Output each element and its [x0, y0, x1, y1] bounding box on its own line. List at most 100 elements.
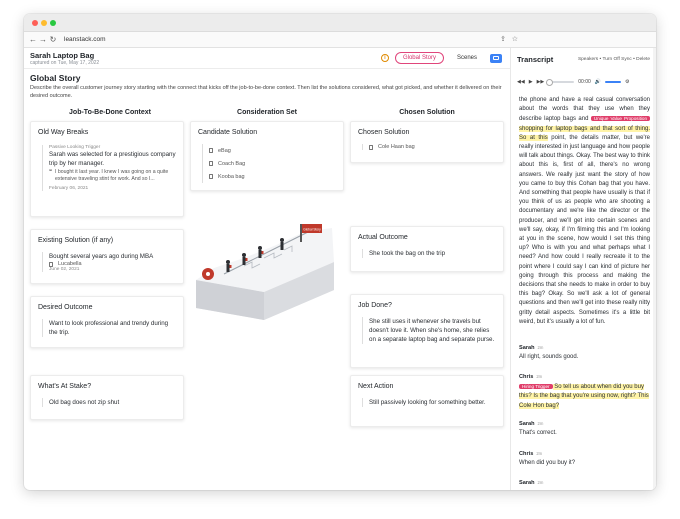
- settings-gear-icon[interactable]: ⚙: [625, 79, 629, 85]
- card-title: Candidate Solution: [198, 129, 258, 136]
- toggle-transcript-button[interactable]: [490, 53, 502, 63]
- entry-text: Want to look professional and trendy dur…: [49, 320, 169, 336]
- flag-pole: [300, 224, 302, 242]
- candidate-name: eBag: [218, 147, 231, 154]
- entry-text: Sarah was selected for a prestigious com…: [49, 151, 176, 167]
- card-title: Desired Outcome: [38, 304, 93, 311]
- card-whats-at-stake[interactable]: What's At Stake? Old bag does not zip sh…: [30, 375, 184, 420]
- message-time: 2m: [537, 345, 544, 350]
- tag-unique-value-proposition[interactable]: Unique Value Proposition: [590, 116, 650, 122]
- tag-hiring-trigger[interactable]: Hiring Trigger: [519, 384, 553, 390]
- candidate-list: eBag Coach Bag Kooba bag: [202, 144, 337, 183]
- seek-knob[interactable]: [546, 78, 554, 86]
- card-title: Chosen Solution: [358, 129, 410, 136]
- transcript-panel: Transcript Speakers • Turn Off Sync • De…: [510, 48, 656, 490]
- document-icon: [209, 161, 213, 166]
- forward-arrow-icon[interactable]: →: [38, 35, 48, 44]
- card-entry: Bought several years ago during MBA Luca…: [42, 252, 177, 272]
- chosen-item[interactable]: Cole Haan bag: [369, 144, 497, 150]
- card-title: Existing Solution (if any): [38, 237, 114, 244]
- message-text: That's correct.: [519, 430, 557, 437]
- candidate-item[interactable]: eBag: [209, 144, 337, 157]
- card-actual-outcome[interactable]: Actual Outcome She took the bag on the t…: [350, 226, 504, 272]
- location-pin-dot: [206, 272, 210, 276]
- card-job-done[interactable]: Job Done? She still uses it whenever she…: [350, 294, 504, 368]
- quote-text: I bought it last year. I knew I was goin…: [54, 169, 169, 183]
- playback-time: 00:00: [578, 79, 591, 85]
- rewind-icon[interactable]: ◀◀: [517, 79, 525, 85]
- journey-illustration: Global Story: [196, 224, 334, 320]
- card-chosen-solution[interactable]: Chosen Solution Cole Haan bag: [350, 121, 504, 163]
- entry-text: Still passively looking for something be…: [369, 399, 486, 406]
- candidate-item[interactable]: Coach Bag: [209, 157, 337, 170]
- panel-icon: [493, 56, 499, 60]
- story-title: Global Story: [30, 73, 81, 83]
- seek-slider[interactable]: [546, 78, 575, 86]
- speaker-name: Sarah: [519, 480, 535, 486]
- chosen-name: Cole Haan bag: [378, 144, 415, 150]
- entry-text: Old bag does not zip shut: [49, 399, 120, 406]
- card-title: What's At Stake?: [38, 383, 92, 390]
- back-arrow-icon[interactable]: ←: [28, 35, 38, 44]
- transcript-paragraph: the phone and have a real casual convers…: [519, 96, 650, 327]
- card-title: Actual Outcome: [358, 234, 408, 241]
- story-description: Describe the overall customer journey st…: [30, 85, 502, 99]
- speaker-name: Chris: [519, 451, 534, 457]
- maximize-window-icon[interactable]: [50, 20, 56, 26]
- bookmark-star-icon[interactable]: ☆: [512, 35, 518, 43]
- audio-player: ◀◀ ▶ ▶▶ 00:00 🔊 ⚙: [517, 77, 650, 87]
- speaker-name: Sarah: [519, 345, 535, 351]
- candidate-name: Coach Bag: [218, 160, 246, 167]
- reload-icon[interactable]: ↻: [48, 35, 58, 44]
- browser-window: ← → ↻ leanstack.com ⇪ ☆ Sarah Laptop Bag…: [24, 14, 656, 490]
- transcript-message: Sarah 2m: [519, 478, 650, 488]
- app-content: Sarah Laptop Bag captured on Tue, May 17…: [24, 48, 656, 490]
- speaker-name: Sarah: [519, 421, 535, 427]
- quote-icon: ❝: [49, 169, 52, 175]
- message-time: 2m: [536, 451, 543, 456]
- message-time: 2m: [536, 374, 543, 379]
- card-entry: Old bag does not zip shut: [42, 398, 177, 407]
- chosen-entry: Cole Haan bag: [362, 144, 497, 150]
- card-title: Old Way Breaks: [38, 129, 89, 136]
- message-time: 2m: [537, 480, 544, 485]
- column-header-chosen: Chosen Solution: [399, 109, 455, 116]
- candidate-item[interactable]: Kooba bag: [209, 170, 337, 183]
- card-next-action[interactable]: Next Action Still passively looking for …: [350, 375, 504, 427]
- card-desired-outcome[interactable]: Desired Outcome Want to look professiona…: [30, 296, 184, 348]
- entry-text: She still uses it whenever she travels b…: [369, 318, 495, 343]
- entry-date: June 02, 2021: [49, 267, 80, 272]
- transcript-scrollbar[interactable]: [653, 48, 656, 490]
- transcript-actions[interactable]: Speakers • Turn Off Sync • Delete: [578, 57, 650, 62]
- message-text: When did you buy it?: [519, 460, 576, 467]
- card-existing-solution[interactable]: Existing Solution (if any) Bought severa…: [30, 229, 184, 284]
- document-icon: [209, 174, 213, 179]
- entry-text: She took the bag on the trip: [369, 250, 446, 257]
- url-field[interactable]: leanstack.com: [64, 36, 106, 43]
- column-header-jtbd: Job-To-Be-Done Context: [69, 109, 151, 116]
- header-divider: [24, 68, 510, 69]
- play-icon[interactable]: ▶: [529, 79, 533, 85]
- info-icon[interactable]: i: [380, 54, 389, 62]
- close-window-icon[interactable]: [32, 20, 38, 26]
- candidate-name: Kooba bag: [218, 173, 245, 180]
- minimize-window-icon[interactable]: [41, 20, 47, 26]
- document-title: Sarah Laptop Bag: [30, 51, 95, 60]
- speaker-name: Chris: [519, 374, 534, 380]
- transcript-text: point, the details matter, but we're rea…: [519, 134, 650, 325]
- window-titlebar: [24, 14, 656, 32]
- tab-global-story[interactable]: Global Story: [394, 52, 444, 64]
- entry-date: February 06, 2021: [49, 185, 89, 191]
- card-old-way-breaks[interactable]: Old Way Breaks Passive Looking Trigger S…: [30, 121, 184, 217]
- share-icon[interactable]: ⇪: [500, 35, 506, 43]
- tab-scenes[interactable]: Scenes: [450, 53, 484, 63]
- document-icon: [369, 144, 373, 150]
- volume-slider[interactable]: [605, 81, 622, 83]
- captured-date: captured on Tue, May 17, 2022: [30, 60, 100, 66]
- card-entry: Passive Looking Trigger Sarah was select…: [42, 145, 177, 191]
- card-entry: Still passively looking for something be…: [362, 398, 497, 407]
- card-entry: She took the bag on the trip: [362, 249, 497, 258]
- card-candidate-solution[interactable]: Candidate Solution eBag Coach Bag Kooba …: [190, 121, 344, 191]
- volume-icon[interactable]: 🔊: [595, 79, 601, 85]
- forward-icon[interactable]: ▶▶: [537, 79, 545, 85]
